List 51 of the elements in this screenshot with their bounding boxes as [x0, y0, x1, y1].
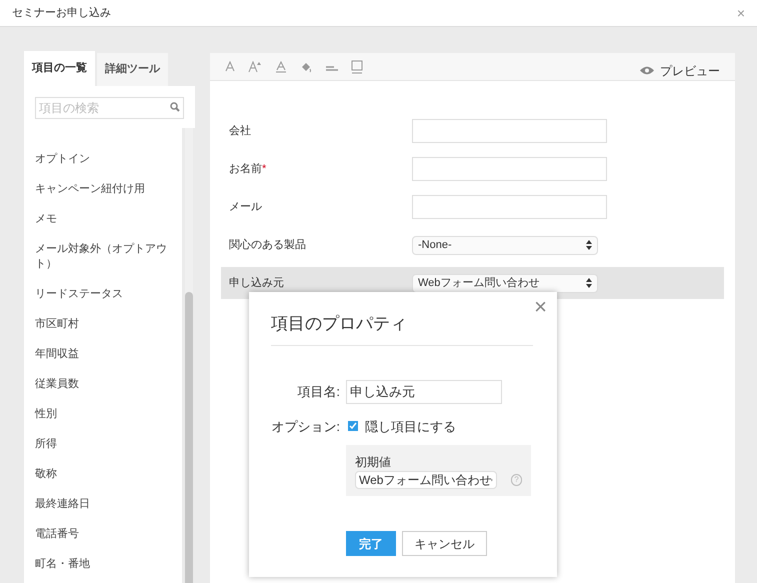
field-list-item[interactable]: 最終連絡日: [35, 489, 171, 519]
search-field[interactable]: 項目の検索: [35, 97, 184, 119]
preview-button[interactable]: プレビュー: [640, 54, 720, 80]
eye-icon: [640, 66, 654, 75]
field-list-item[interactable]: リードステータス: [35, 279, 171, 309]
field-list-item[interactable]: メール対象外（オプトアウト）: [35, 234, 171, 279]
font-color-icon[interactable]: [275, 60, 287, 72]
field-list-item[interactable]: 市区町村: [35, 309, 171, 339]
text-input[interactable]: [412, 119, 607, 143]
font-size-icon[interactable]: [248, 60, 262, 72]
field-list-item[interactable]: メモ: [35, 204, 171, 234]
image-icon[interactable]: [351, 60, 363, 74]
scrollbar-thumb[interactable]: [185, 292, 193, 583]
tab[interactable]: 詳細ツール: [97, 53, 168, 86]
field-list-item[interactable]: 敬称: [35, 459, 171, 489]
option-label: オプション:: [271, 418, 340, 436]
checkbox-label: 隠し項目にする: [365, 418, 456, 436]
field-list-item[interactable]: 年間収益: [35, 339, 171, 369]
form-label: 会社: [229, 124, 252, 139]
checkbox[interactable]: [348, 421, 358, 432]
dropdown[interactable]: -None-: [412, 236, 598, 254]
form-label: 申し込み元: [229, 276, 285, 291]
text-input[interactable]: [412, 157, 607, 181]
field-list-item[interactable]: 従業員数: [35, 369, 171, 399]
text-input[interactable]: [412, 195, 607, 219]
field-name-input[interactable]: 申し込み元: [346, 380, 502, 404]
close-button[interactable]: ×: [534, 296, 547, 318]
cancel-button[interactable]: キャンセル: [402, 531, 487, 556]
form-row[interactable]: 会社: [221, 115, 724, 147]
field-list-item[interactable]: 所得: [35, 429, 171, 459]
field-list-item[interactable]: 町名・番地: [35, 549, 171, 579]
form-row[interactable]: メール: [221, 191, 724, 223]
dropdown[interactable]: Webフォーム問い合わせ: [412, 274, 598, 292]
form-row[interactable]: お名前*: [221, 153, 724, 185]
field-list-item[interactable]: 電話番号: [35, 519, 171, 549]
field-label: 項目名:: [296, 382, 340, 401]
default-value-select[interactable]: Webフォーム問い合わせ: [355, 471, 497, 489]
tab[interactable]: 項目の一覧: [24, 51, 95, 86]
font-icon[interactable]: [225, 61, 235, 72]
form-label: お名前*: [229, 162, 268, 177]
default-value-label: 初期値: [355, 455, 392, 469]
form-label: 関心のある製品: [229, 238, 307, 253]
field-list-item[interactable]: キャンペーン紐付け用: [35, 174, 171, 204]
search-icon: [170, 102, 180, 112]
dialog-title: 項目のプロパティ: [271, 292, 533, 346]
field-list-item[interactable]: オプトイン: [35, 144, 171, 174]
field-list-item[interactable]: 性別: [35, 399, 171, 429]
window-title: セミナーお申し込み: [12, 6, 111, 21]
form-row[interactable]: 関心のある製品 -None-: [221, 229, 724, 261]
paint-bucket-icon[interactable]: [300, 60, 312, 72]
form-label: メール: [229, 200, 263, 215]
